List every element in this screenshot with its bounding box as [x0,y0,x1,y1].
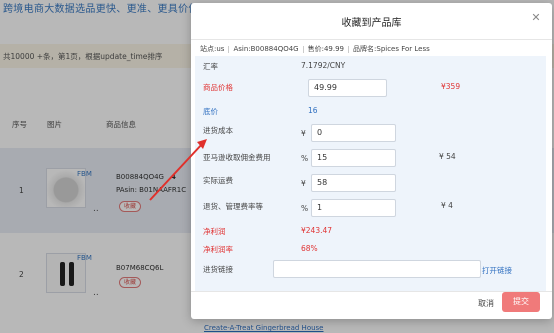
divider [348,45,350,53]
product-price-converted: ¥359 [441,82,461,91]
returns-fee-input[interactable]: 1 [311,199,396,217]
purchase-cost-prefix: ¥ [301,129,306,138]
divider [191,39,552,40]
net-margin-label: 净利润率 [203,245,233,254]
cancel-button[interactable]: 取消 [472,296,500,312]
submit-button[interactable]: 提交 [502,292,540,312]
product-info-bar: 站点:us Asin:B00884QO4G 售价:49.99 品牌名:Spices F… [200,44,430,54]
modal-title: 收藏到产品库 [341,18,402,29]
purchase-cost-label: 进货成本 [203,126,233,135]
asin-text: Asin:B00884QO4G [233,45,299,53]
net-profit-label: 净利润 [203,227,226,236]
returns-fee-converted: ¥ 4 [441,201,453,210]
exchange-rate-value: 7.1792/CNY [301,61,346,70]
save-to-library-modal: 收藏到产品库 ✕ 站点:us Asin:B00884QO4G 售价:49.99 品牌名… [191,3,552,319]
commission-converted: ¥ 54 [439,152,456,161]
price-text: 售价:49.99 [307,45,345,53]
shipping-input[interactable]: 58 [311,174,396,192]
divider [228,45,230,53]
purchase-link-input[interactable] [273,260,481,278]
returns-fee-label: 退货、管理费率等 [203,202,263,211]
brand-text: 品牌名:Spices For Less [353,45,430,53]
product-price-label: 商品价格 [203,83,233,92]
net-profit-value: ¥243.47 [301,226,333,235]
purchase-link-label: 进货链接 [203,265,233,274]
net-margin-value: 68% [301,244,318,253]
divider [302,45,304,53]
floor-price-value: 16 [308,106,318,115]
commission-label: 亚马逊收取佣金费用 [203,153,271,162]
shipping-label: 实际运费 [203,176,233,185]
divider [191,291,552,292]
commission-prefix: % [301,154,309,163]
exchange-rate-label: 汇率 [203,62,218,71]
product-price-input[interactable]: 49.99 [308,79,387,97]
site-text: 站点:us [200,45,225,53]
returns-fee-prefix: % [301,204,309,213]
commission-input[interactable]: 15 [311,149,396,167]
pricing-form-panel: 汇率 7.1792/CNY 商品价格 49.99 ¥359 底价 16 进货成本… [195,56,546,292]
floor-price-label: 底价 [203,107,218,116]
close-icon[interactable]: ✕ [530,12,542,24]
open-link-button[interactable]: 打开链接 [482,265,512,276]
purchase-cost-input[interactable]: 0 [311,124,396,142]
shipping-prefix: ¥ [301,179,306,188]
